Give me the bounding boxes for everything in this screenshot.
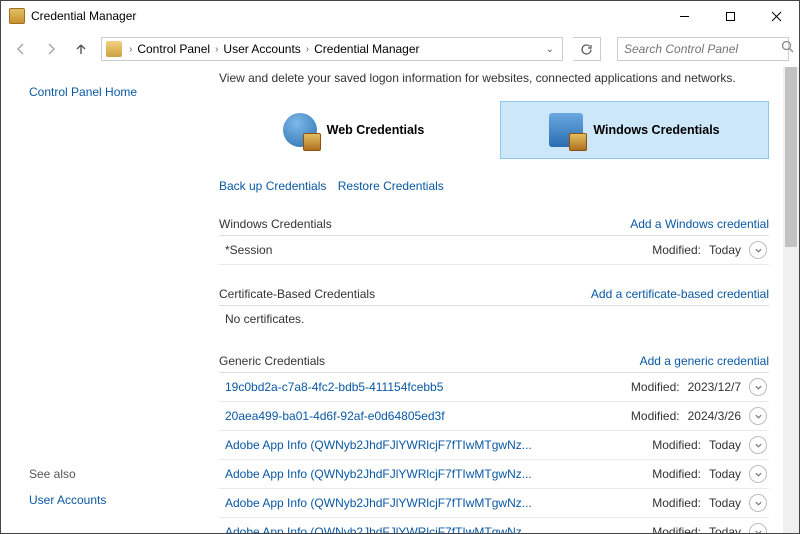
modified-label: Modified: bbox=[652, 525, 701, 533]
credential-name[interactable]: Adobe App Info (QWNyb2JhdFJlYWRlcjF7fTIw… bbox=[225, 525, 532, 533]
nav-bar: › Control Panel › User Accounts › Creden… bbox=[1, 31, 799, 67]
sidebar: Control Panel Home See also User Account… bbox=[1, 67, 201, 533]
add-windows-credential-link[interactable]: Add a Windows credential bbox=[630, 217, 769, 231]
no-certificates-text: No certificates. bbox=[219, 306, 769, 332]
modified-label: Modified: bbox=[631, 409, 680, 423]
chevron-right-icon[interactable]: › bbox=[212, 44, 221, 55]
nav-up-button[interactable] bbox=[71, 39, 91, 59]
credential-row[interactable]: Adobe App Info (QWNyb2JhdFJlYWRlcjF7fTIw… bbox=[219, 460, 769, 489]
section-heading: Certificate-Based Credentials bbox=[219, 287, 375, 301]
section-heading: Windows Credentials bbox=[219, 217, 332, 231]
modified-value: 2023/12/7 bbox=[688, 380, 741, 394]
minimize-button[interactable] bbox=[661, 1, 707, 31]
nav-forward-button[interactable] bbox=[41, 39, 61, 59]
credential-row[interactable]: Adobe App Info (QWNyb2JhdFJlYWRlcjF7fTIw… bbox=[219, 518, 769, 533]
section-head-generic: Generic Credentials Add a generic creden… bbox=[219, 354, 769, 373]
app-icon bbox=[9, 8, 25, 24]
backup-credentials-link[interactable]: Back up Credentials bbox=[219, 179, 326, 193]
sidebar-control-panel-home[interactable]: Control Panel Home bbox=[29, 85, 185, 99]
add-generic-credential-link[interactable]: Add a generic credential bbox=[640, 354, 769, 368]
restore-credentials-link[interactable]: Restore Credentials bbox=[338, 179, 444, 193]
credential-name[interactable]: 19c0bd2a-c7a8-4fc2-bdb5-411154fcebb5 bbox=[225, 380, 443, 394]
credential-row[interactable]: 19c0bd2a-c7a8-4fc2-bdb5-411154fcebb5 Modi… bbox=[219, 373, 769, 402]
tile-windows-credentials[interactable]: Windows Credentials bbox=[500, 101, 769, 159]
credential-name[interactable]: Adobe App Info (QWNyb2JhdFJlYWRlcjF7fTIw… bbox=[225, 438, 532, 452]
globe-icon bbox=[283, 113, 317, 147]
action-links: Back up Credentials Restore Credentials bbox=[219, 179, 769, 193]
modified-label: Modified: bbox=[652, 438, 701, 452]
tile-web-credentials[interactable]: Web Credentials bbox=[219, 101, 488, 159]
modified-label: Modified: bbox=[652, 496, 701, 510]
modified-value: Today bbox=[709, 496, 741, 510]
credential-name[interactable]: Adobe App Info (QWNyb2JhdFJlYWRlcjF7fTIw… bbox=[225, 496, 532, 510]
credential-name: *Session bbox=[225, 243, 272, 257]
search-input[interactable] bbox=[624, 42, 781, 56]
modified-value: Today bbox=[709, 467, 741, 481]
modified-value: 2024/3/26 bbox=[688, 409, 741, 423]
chevron-right-icon[interactable]: › bbox=[126, 44, 135, 55]
modified-label: Modified: bbox=[652, 243, 701, 257]
expand-icon[interactable] bbox=[749, 378, 767, 396]
main-content: View and delete your saved logon informa… bbox=[201, 67, 799, 533]
address-dropdown-icon[interactable]: ⌄ bbox=[542, 44, 558, 55]
search-box[interactable] bbox=[617, 37, 789, 61]
title-bar: Credential Manager bbox=[1, 1, 799, 31]
chevron-right-icon[interactable]: › bbox=[303, 44, 312, 55]
maximize-button[interactable] bbox=[707, 1, 753, 31]
see-also-heading: See also bbox=[29, 467, 185, 481]
breadcrumb-user-accounts[interactable]: User Accounts bbox=[221, 42, 302, 56]
section-head-windows: Windows Credentials Add a Windows creden… bbox=[219, 217, 769, 236]
add-cert-credential-link[interactable]: Add a certificate-based credential bbox=[591, 287, 769, 301]
address-bar[interactable]: › Control Panel › User Accounts › Creden… bbox=[101, 37, 563, 61]
search-icon[interactable] bbox=[781, 40, 794, 58]
refresh-button[interactable] bbox=[573, 37, 601, 61]
expand-icon[interactable] bbox=[749, 465, 767, 483]
tile-windows-label: Windows Credentials bbox=[593, 123, 719, 137]
credential-row[interactable]: Adobe App Info (QWNyb2JhdFJlYWRlcjF7fTIw… bbox=[219, 489, 769, 518]
window-title: Credential Manager bbox=[31, 9, 661, 23]
expand-icon[interactable] bbox=[749, 407, 767, 425]
expand-icon[interactable] bbox=[749, 241, 767, 259]
page-description: View and delete your saved logon informa… bbox=[219, 71, 769, 85]
expand-icon[interactable] bbox=[749, 523, 767, 533]
expand-icon[interactable] bbox=[749, 436, 767, 454]
section-heading: Generic Credentials bbox=[219, 354, 325, 368]
scrollbar-track[interactable] bbox=[783, 67, 799, 533]
control-panel-icon bbox=[106, 41, 122, 57]
sidebar-user-accounts[interactable]: User Accounts bbox=[29, 493, 185, 507]
section-head-cert: Certificate-Based Credentials Add a cert… bbox=[219, 287, 769, 306]
credential-row[interactable]: *Session Modified: Today bbox=[219, 236, 769, 265]
modified-label: Modified: bbox=[631, 380, 680, 394]
modified-label: Modified: bbox=[652, 467, 701, 481]
close-button[interactable] bbox=[753, 1, 799, 31]
breadcrumb-control-panel[interactable]: Control Panel bbox=[135, 42, 212, 56]
modified-value: Today bbox=[709, 525, 741, 533]
modified-value: Today bbox=[709, 243, 741, 257]
tile-web-label: Web Credentials bbox=[327, 123, 425, 137]
vault-icon bbox=[549, 113, 583, 147]
credential-name[interactable]: 20aea499-ba01-4d6f-92af-e0d64805ed3f bbox=[225, 409, 445, 423]
breadcrumb-credential-manager[interactable]: Credential Manager bbox=[312, 42, 421, 56]
credential-row[interactable]: 20aea499-ba01-4d6f-92af-e0d64805ed3f Modi… bbox=[219, 402, 769, 431]
nav-back-button[interactable] bbox=[11, 39, 31, 59]
scrollbar-thumb[interactable] bbox=[785, 67, 797, 247]
expand-icon[interactable] bbox=[749, 494, 767, 512]
credential-row[interactable]: Adobe App Info (QWNyb2JhdFJlYWRlcjF7fTIw… bbox=[219, 431, 769, 460]
credential-name[interactable]: Adobe App Info (QWNyb2JhdFJlYWRlcjF7fTIw… bbox=[225, 467, 532, 481]
modified-value: Today bbox=[709, 438, 741, 452]
